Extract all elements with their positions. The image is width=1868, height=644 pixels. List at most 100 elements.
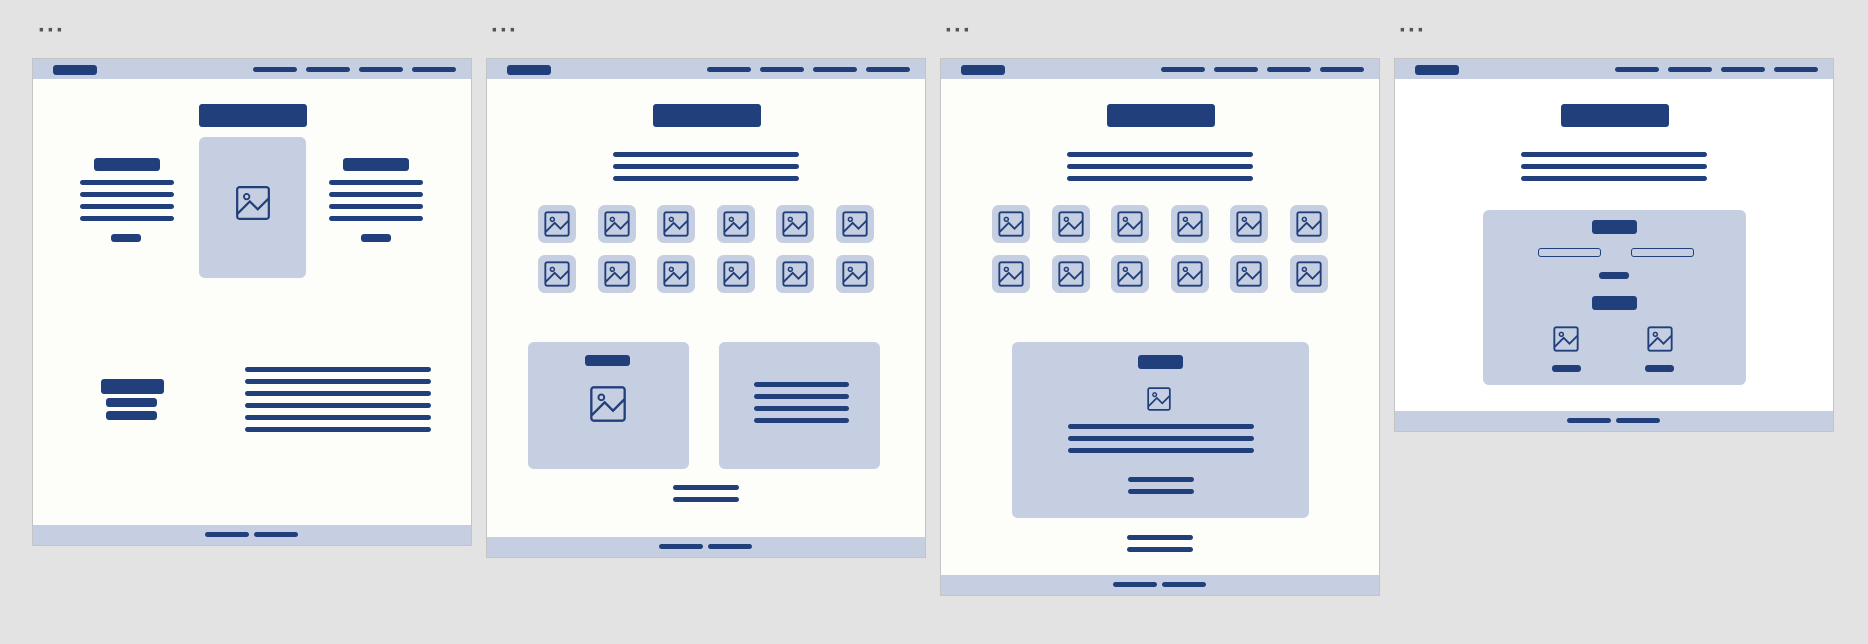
image-placeholder-icon [1647, 326, 1673, 352]
image-tile[interactable] [835, 205, 874, 243]
footer-link-2[interactable] [708, 544, 752, 549]
image-tile[interactable] [1230, 255, 1268, 293]
feature-card-line [1068, 436, 1254, 441]
option-image-1[interactable] [1547, 320, 1585, 358]
image-tile[interactable] [992, 255, 1030, 293]
footer-link-2[interactable] [1616, 418, 1660, 423]
nav-link-4[interactable] [412, 67, 456, 72]
nav-link-4[interactable] [866, 67, 910, 72]
image-tile[interactable] [776, 255, 814, 293]
image-placeholder-icon [544, 261, 570, 287]
cta-line[interactable] [1127, 547, 1193, 552]
image-tile[interactable] [657, 255, 695, 293]
image-tile[interactable] [1051, 205, 1090, 243]
footer-link-1[interactable] [1113, 582, 1157, 587]
nav-link-3[interactable] [813, 67, 857, 72]
image-placeholder-icon [722, 211, 749, 237]
form-input-1[interactable] [1538, 248, 1601, 257]
feature-left-button[interactable] [111, 234, 141, 242]
text-block-line [106, 398, 157, 407]
feature-right-button[interactable] [361, 234, 391, 242]
image-tile[interactable] [1289, 205, 1328, 243]
feature-card-button-line[interactable] [1128, 477, 1194, 482]
logo[interactable] [1415, 65, 1459, 75]
image-placeholder-icon [1057, 211, 1084, 237]
frame-2-menu-icon[interactable]: ··· [491, 19, 518, 43]
image-tile[interactable] [1230, 205, 1268, 243]
image-tile[interactable] [716, 255, 755, 293]
footer-link-1[interactable] [205, 532, 249, 537]
intro-line [1521, 152, 1707, 157]
image-placeholder-icon [1236, 211, 1262, 237]
image-tile[interactable] [1170, 205, 1209, 243]
image-tile[interactable] [835, 255, 874, 293]
footer-link-1[interactable] [1567, 418, 1611, 423]
image-tile[interactable] [597, 205, 636, 243]
image-placeholder-icon [998, 211, 1024, 237]
nav-link-3[interactable] [1721, 67, 1765, 72]
image-tile[interactable] [992, 205, 1030, 243]
paragraph-line [245, 391, 431, 396]
nav-link-1[interactable] [707, 67, 751, 72]
nav-link-4[interactable] [1774, 67, 1818, 72]
nav-link-3[interactable] [359, 67, 403, 72]
text-card-line [754, 406, 849, 411]
wireframe-frame-4 [1394, 58, 1834, 432]
cta-line[interactable] [1127, 535, 1193, 540]
feature-left-line [80, 192, 174, 197]
feature-left-line [80, 216, 174, 221]
image-card-heading [585, 355, 630, 366]
form-submit-button[interactable] [1599, 272, 1629, 279]
wireframe-frame-1 [32, 58, 472, 546]
feature-card-button-line[interactable] [1128, 489, 1194, 494]
image-tile[interactable] [1051, 255, 1090, 293]
intro-line [613, 164, 799, 169]
logo[interactable] [53, 65, 97, 75]
text-block-heading [101, 379, 164, 394]
image-tile[interactable] [1111, 205, 1149, 243]
logo[interactable] [961, 65, 1005, 75]
cta-line[interactable] [673, 485, 739, 490]
image-placeholder-icon [236, 186, 270, 220]
image-tile[interactable] [657, 205, 695, 243]
footer [33, 525, 471, 545]
image-placeholder-icon [1295, 211, 1322, 237]
image-tile[interactable] [538, 205, 576, 243]
intro-line [1067, 176, 1253, 181]
image-tile[interactable] [538, 255, 576, 293]
footer-link-2[interactable] [254, 532, 298, 537]
nav-link-2[interactable] [760, 67, 804, 72]
nav-link-1[interactable] [253, 67, 297, 72]
form-input-2[interactable] [1631, 248, 1694, 257]
text-card-line [754, 382, 849, 387]
nav-link-1[interactable] [1161, 67, 1205, 72]
cta-line[interactable] [673, 497, 739, 502]
nav-link-2[interactable] [306, 67, 350, 72]
feature-card-image [1141, 381, 1177, 417]
image-tile[interactable] [716, 205, 755, 243]
image-tile[interactable] [597, 255, 636, 293]
frame-3-menu-icon[interactable]: ··· [945, 19, 972, 43]
nav-link-3[interactable] [1267, 67, 1311, 72]
feature-left-heading [94, 158, 160, 171]
image-tile[interactable] [1111, 255, 1149, 293]
image-placeholder-icon [1236, 261, 1262, 287]
frame-1-menu-icon[interactable]: ··· [38, 19, 65, 43]
image-placeholder-icon [1176, 261, 1203, 287]
logo[interactable] [507, 65, 551, 75]
image-placeholder-icon [590, 386, 626, 422]
nav-link-2[interactable] [1214, 67, 1258, 72]
image-placeholder-icon [1553, 326, 1579, 352]
nav-link-4[interactable] [1320, 67, 1364, 72]
nav-link-1[interactable] [1615, 67, 1659, 72]
option-image-2[interactable] [1641, 320, 1679, 358]
footer-link-1[interactable] [659, 544, 703, 549]
image-tile[interactable] [776, 205, 814, 243]
image-tile[interactable] [1289, 255, 1328, 293]
image-placeholder-icon [722, 261, 749, 287]
footer-link-2[interactable] [1162, 582, 1206, 587]
text-card-line [754, 394, 849, 399]
frame-4-menu-icon[interactable]: ··· [1399, 19, 1426, 43]
image-tile[interactable] [1170, 255, 1209, 293]
nav-link-2[interactable] [1668, 67, 1712, 72]
